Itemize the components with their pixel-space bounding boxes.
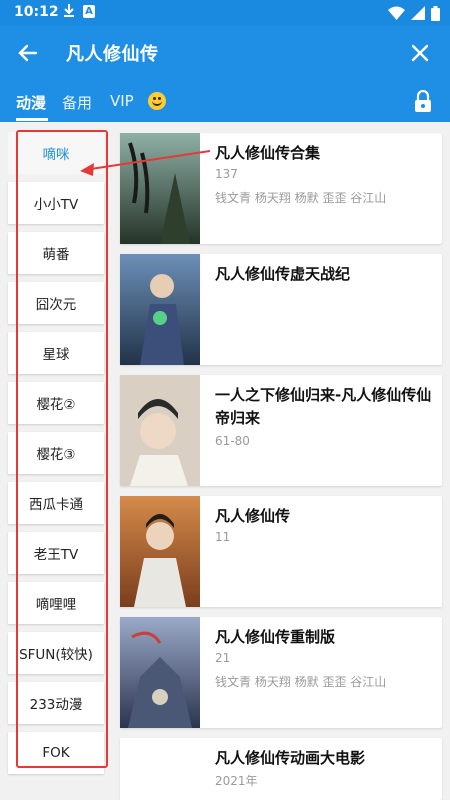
signal-icon xyxy=(411,6,425,20)
status-bar: 10:12 A xyxy=(0,0,450,26)
source-item[interactable]: FOK xyxy=(8,732,104,774)
source-item[interactable]: 樱花② xyxy=(8,382,104,424)
lock-icon[interactable] xyxy=(414,89,432,112)
result-title: 凡人修仙传虚天战纪 xyxy=(215,265,351,283)
battery-icon xyxy=(431,5,440,21)
close-icon[interactable] xyxy=(406,39,434,67)
result-title: 凡人修仙传 xyxy=(215,507,291,525)
episode-count: 21 xyxy=(215,651,231,665)
result-title: 凡人修仙传动画大电影 xyxy=(215,749,366,767)
release-year: 2021年 xyxy=(215,774,258,788)
cast-list: 钱文青 杨天翔 杨默 歪歪 谷江山 xyxy=(215,675,387,689)
poster-image xyxy=(120,254,200,365)
source-item[interactable]: 星球 xyxy=(8,332,104,374)
source-item[interactable]: 小小TV xyxy=(8,182,104,224)
app-bar: 凡人修仙传 xyxy=(0,26,450,80)
poster-image xyxy=(120,738,200,800)
smiley-emoji-icon[interactable] xyxy=(148,92,166,110)
result-card[interactable]: 凡人修仙传动画大电影 2021年 xyxy=(120,738,442,800)
source-item[interactable]: SFUN(较快) xyxy=(8,632,104,674)
status-icons xyxy=(388,5,440,21)
poster-image xyxy=(120,133,200,244)
tab-anime[interactable]: 动漫 xyxy=(16,92,46,113)
result-title: 凡人修仙传重制版 xyxy=(215,628,336,646)
category-tabs: 动漫 备用 VIP xyxy=(0,80,450,122)
cast-list: 钱文青 杨天翔 杨默 歪歪 谷江山 xyxy=(215,191,387,205)
poster-image xyxy=(120,617,200,728)
episode-range: 61-80 xyxy=(215,434,250,448)
episode-count: 11 xyxy=(215,530,231,544)
source-item[interactable]: 嘀哩哩 xyxy=(8,582,104,624)
tab-vip[interactable]: VIP xyxy=(110,92,134,110)
wifi-icon xyxy=(388,6,405,20)
status-time: 10:12 xyxy=(14,4,59,20)
result-title: 一人之下修仙归来-凡人修仙传仙帝归来 xyxy=(215,386,432,427)
a-notification-icon: A xyxy=(83,5,95,18)
tab-backup[interactable]: 备用 xyxy=(62,92,92,113)
poster-image xyxy=(120,375,200,486)
search-query-title[interactable]: 凡人修仙传 xyxy=(66,40,159,66)
episode-count: 137 xyxy=(215,167,238,181)
source-item[interactable]: 囧次元 xyxy=(8,282,104,324)
back-arrow-icon[interactable] xyxy=(14,39,42,67)
result-card[interactable]: 凡人修仙传虚天战纪 xyxy=(120,254,442,365)
result-card[interactable]: 一人之下修仙归来-凡人修仙传仙帝归来 61-80 xyxy=(120,375,442,486)
source-item[interactable]: 西瓜卡通 xyxy=(8,482,104,524)
download-icon xyxy=(63,3,75,21)
result-title: 凡人修仙传合集 xyxy=(215,144,321,162)
poster-image xyxy=(120,496,200,607)
source-item-dimi[interactable]: 嘀咪 xyxy=(8,132,104,174)
source-item[interactable]: 樱花③ xyxy=(8,432,104,474)
result-card[interactable]: 凡人修仙传 11 xyxy=(120,496,442,607)
result-card[interactable]: 凡人修仙传重制版 21 钱文青 杨天翔 杨默 歪歪 谷江山 xyxy=(120,617,442,728)
source-item[interactable]: 萌番 xyxy=(8,232,104,274)
tab-indicator xyxy=(16,118,48,121)
source-item[interactable]: 老王TV xyxy=(8,532,104,574)
source-item[interactable]: 233动漫 xyxy=(8,682,104,724)
result-card[interactable]: 凡人修仙传合集 137 钱文青 杨天翔 杨默 歪歪 谷江山 xyxy=(120,133,442,244)
